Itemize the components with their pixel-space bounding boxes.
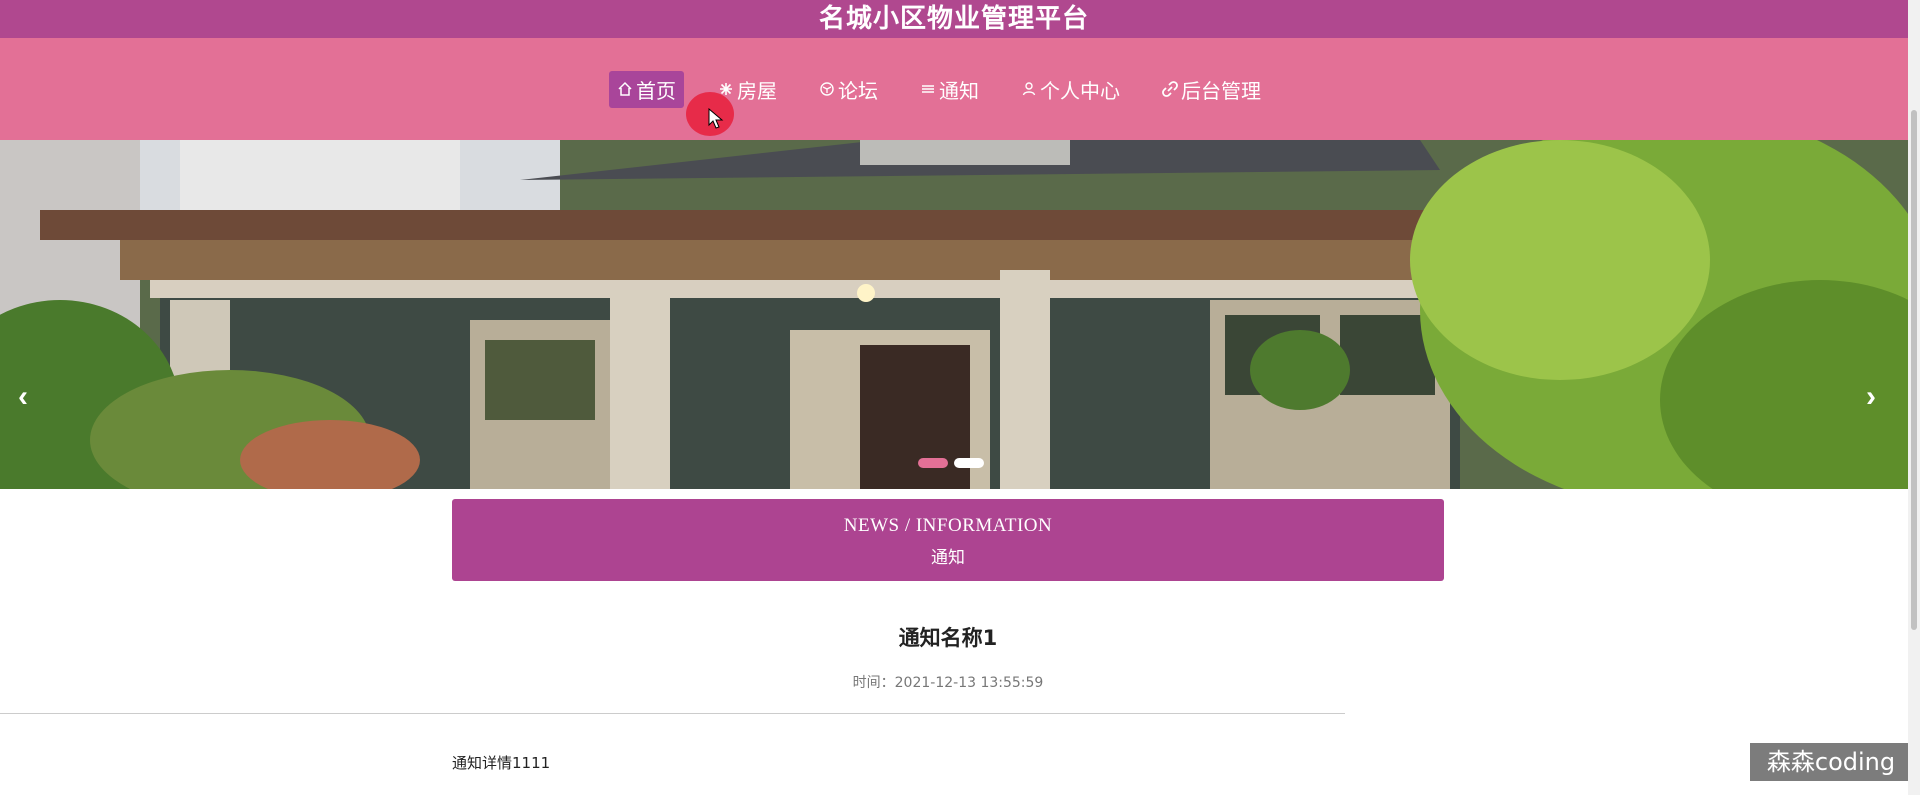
- scrollbar-thumb[interactable]: [1911, 110, 1917, 630]
- user-icon: [1022, 82, 1036, 96]
- hero-carousel[interactable]: ‹ ›: [0, 140, 1908, 489]
- house-photo: [0, 140, 1908, 489]
- home-icon: [618, 81, 632, 96]
- carousel-indicators: [918, 458, 984, 468]
- title-bar: 名城小区物业管理平台: [0, 0, 1908, 38]
- nav-label-admin: 后台管理: [1181, 78, 1261, 103]
- section-header: NEWS / INFORMATION 通知: [452, 499, 1444, 581]
- article-body: 通知详情1111: [452, 754, 551, 772]
- nav-label-home: 首页: [636, 78, 676, 103]
- divider: [0, 713, 1345, 714]
- main-nav: 首页 房屋 论坛 通知 个人中心 后台管理: [0, 38, 1908, 140]
- list-icon: [922, 85, 934, 93]
- page-scrollbar[interactable]: [1908, 0, 1920, 795]
- nav-item-home[interactable]: 首页: [609, 70, 684, 108]
- time-value: 2021-12-13 13:55:59: [894, 675, 1044, 691]
- carousel-next-button[interactable]: ›: [1856, 380, 1886, 414]
- nav-item-forum[interactable]: 论坛: [811, 71, 886, 108]
- article-title: 通知名称1: [898, 626, 998, 650]
- watermark: 森森coding: [1750, 743, 1912, 781]
- time-label: 时间：: [852, 675, 895, 691]
- carousel-dot-1[interactable]: [918, 458, 948, 468]
- section-title-en: NEWS / INFORMATION: [843, 515, 1053, 536]
- site-title: 名城小区物业管理平台: [818, 4, 1089, 34]
- article-meta: 时间：2021-12-13 13:55:59: [452, 672, 1444, 692]
- carousel-dot-2[interactable]: [954, 458, 984, 468]
- nav-label-forum: 论坛: [838, 78, 878, 103]
- page: 名城小区物业管理平台 首页 房屋 论坛 通知 个人中心 后台管理 ‹ › NEW…: [0, 0, 1912, 795]
- link-icon: [1162, 81, 1178, 97]
- carousel-prev-button[interactable]: ‹: [8, 380, 38, 414]
- nav-item-notice[interactable]: 通知: [912, 71, 987, 108]
- nav-item-admin[interactable]: 后台管理: [1154, 71, 1269, 108]
- section-title-cn: 通知: [931, 548, 965, 568]
- mouse-cursor-icon: [708, 108, 724, 129]
- cube-icon: [820, 82, 834, 96]
- nav-label-notice: 通知: [939, 78, 979, 103]
- nav-label-house: 房屋: [737, 78, 777, 103]
- nav-label-profile: 个人中心: [1040, 78, 1120, 103]
- nav-item-profile[interactable]: 个人中心: [1013, 71, 1128, 108]
